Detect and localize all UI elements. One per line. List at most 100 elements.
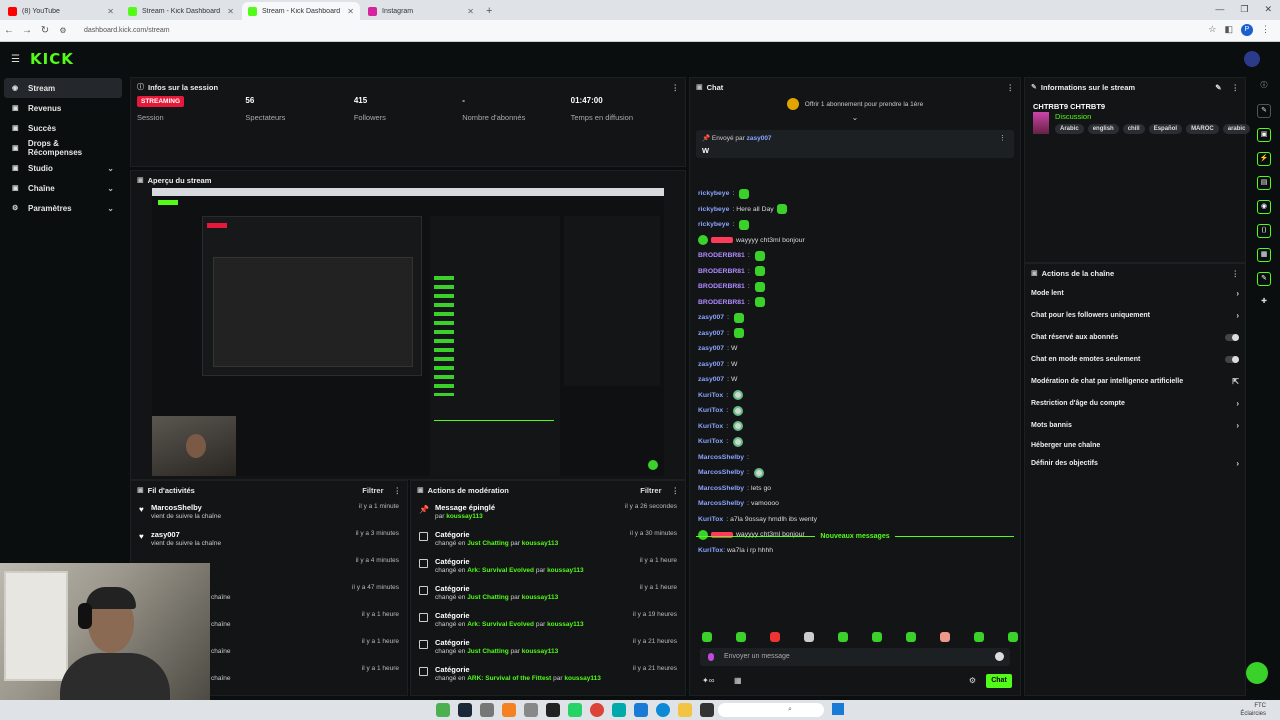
- calendar-icon[interactable]: ▦: [734, 676, 742, 685]
- chat-bubble-icon[interactable]: ◉: [1257, 200, 1271, 214]
- emote-icon[interactable]: [1008, 632, 1018, 642]
- emoji-icon[interactable]: [995, 652, 1004, 661]
- emote-icon[interactable]: [872, 632, 882, 642]
- chat-username[interactable]: KuriTox: [698, 392, 723, 399]
- folder-icon[interactable]: [678, 703, 692, 717]
- sidebar-item-drops[interactable]: ▣ Drops & Récompenses: [4, 138, 122, 158]
- app-icon[interactable]: [546, 703, 560, 717]
- sidebar-item-studio[interactable]: ▣ Studio ⌄: [4, 158, 122, 178]
- broadcast-icon[interactable]: ⟨⟩: [1257, 224, 1271, 238]
- send-chat-button[interactable]: Chat: [986, 674, 1012, 688]
- action-set-goals[interactable]: Définir des objectifs ›: [1025, 454, 1245, 472]
- reload-icon[interactable]: ↻: [36, 25, 54, 36]
- mod-user[interactable]: koussay113: [522, 594, 559, 601]
- app-icon[interactable]: [700, 703, 714, 717]
- bolt-icon[interactable]: ⚡: [1257, 152, 1271, 166]
- mod-category[interactable]: Just Chatting: [467, 594, 509, 601]
- maximize-icon[interactable]: ❐: [1240, 4, 1248, 15]
- more-icon[interactable]: ⋮: [672, 83, 680, 92]
- chat-username[interactable]: KuriTox: [698, 516, 723, 523]
- url-field[interactable]: dashboard.kick.com/stream: [78, 22, 1248, 39]
- emote-icon[interactable]: [838, 632, 848, 642]
- grid-icon[interactable]: ▦: [1257, 248, 1271, 262]
- gear-icon[interactable]: ⚙: [969, 676, 976, 685]
- action-banned-words[interactable]: Mots bannis ›: [1025, 414, 1245, 436]
- close-icon[interactable]: ✕: [467, 7, 474, 16]
- chat-username[interactable]: MarcosShelby: [698, 500, 744, 507]
- sidebar-item-chaine[interactable]: ▣ Chaîne ⌄: [4, 178, 122, 198]
- mod-user[interactable]: koussay113: [446, 513, 483, 520]
- puzzle-icon[interactable]: ✚: [1257, 296, 1271, 310]
- stream-category[interactable]: Discussion: [1055, 112, 1091, 121]
- emote-icon[interactable]: [739, 219, 750, 230]
- chat-username[interactable]: BRODERBR81: [698, 268, 745, 275]
- app-icon[interactable]: [634, 703, 648, 717]
- emote-icon[interactable]: [739, 188, 750, 199]
- follower-name[interactable]: MarcosShelby: [151, 503, 202, 512]
- chat-username[interactable]: BRODERBR81: [698, 252, 745, 259]
- chrome-icon[interactable]: [590, 703, 604, 717]
- mod-category[interactable]: Ark: Survival Evolved: [467, 621, 534, 628]
- emote-icon[interactable]: [754, 281, 765, 292]
- action-ai-moderation[interactable]: Modération de chat par intelligence arti…: [1025, 370, 1245, 392]
- chevron-down-icon[interactable]: ⌄: [690, 114, 1020, 122]
- floating-chat-button[interactable]: [1246, 662, 1268, 684]
- action-host-channel[interactable]: Héberger une chaîne: [1025, 436, 1245, 454]
- emote-icon[interactable]: [754, 297, 765, 308]
- more-icon[interactable]: ⋮: [394, 486, 402, 495]
- follower-name[interactable]: zasy007: [151, 530, 180, 539]
- chat-username[interactable]: KuriTox: [698, 407, 723, 414]
- close-icon[interactable]: ✕: [347, 7, 354, 16]
- emote-icon[interactable]: [906, 632, 916, 642]
- pinned-user[interactable]: zasy007: [747, 135, 772, 142]
- chat-username[interactable]: MarcosShelby: [698, 485, 744, 492]
- settings-icon[interactable]: [480, 703, 494, 717]
- mod-user[interactable]: koussay113: [522, 540, 559, 547]
- chat-username[interactable]: zasy007: [698, 330, 724, 337]
- chat-username[interactable]: KuriTox: [698, 547, 723, 554]
- subscribers-only-toggle[interactable]: [1225, 333, 1239, 341]
- info-icon[interactable]: ⓘ: [1257, 80, 1271, 94]
- chat-username[interactable]: KuriTox: [698, 438, 723, 445]
- chat-username[interactable]: zasy007: [698, 345, 724, 352]
- chat-username[interactable]: zasy007: [698, 314, 724, 321]
- app-icon[interactable]: [524, 703, 538, 717]
- tab-youtube[interactable]: (8) YouTube ✕: [2, 2, 120, 20]
- app-icon[interactable]: [436, 703, 450, 717]
- emote-icon[interactable]: [733, 421, 744, 432]
- close-window-icon[interactable]: ✕: [1264, 4, 1272, 15]
- emote-icon[interactable]: [754, 250, 765, 261]
- screen-icon[interactable]: ▣: [1257, 128, 1271, 142]
- emote-icon[interactable]: [770, 632, 780, 642]
- extensions-icon[interactable]: ◧: [1224, 24, 1233, 36]
- mod-user[interactable]: koussay113: [522, 648, 559, 655]
- sidebar-item-revenus[interactable]: ▣ Revenus: [4, 98, 122, 118]
- tab-kick-dashboard-active[interactable]: Stream - Kick Dashboard ✕: [242, 2, 360, 20]
- emotes-only-toggle[interactable]: [1225, 355, 1239, 363]
- mod-user[interactable]: koussay113: [547, 621, 584, 628]
- emote-icon[interactable]: [733, 436, 744, 447]
- site-info-icon[interactable]: ⚙: [54, 26, 72, 35]
- pinned-message[interactable]: 📌 Envoyé par zasy007 W ⋮: [696, 130, 1014, 158]
- emote-icon[interactable]: [940, 632, 950, 642]
- sidebar-item-stream[interactable]: ◉ Stream: [4, 78, 122, 98]
- chat-username[interactable]: KuriTox: [698, 423, 723, 430]
- pencil-icon[interactable]: ✎: [1257, 104, 1271, 118]
- bookmark-star-icon[interactable]: ☆: [1208, 24, 1216, 36]
- emote-icon[interactable]: [753, 467, 764, 478]
- mod-category[interactable]: Ark: Survival Evolved: [467, 567, 534, 574]
- emote-icon[interactable]: [733, 312, 744, 323]
- close-icon[interactable]: ✕: [227, 7, 234, 16]
- action-followers-only[interactable]: Chat pour les followers uniquement ›: [1025, 304, 1245, 326]
- tab-instagram[interactable]: Instagram ✕: [362, 2, 480, 20]
- mod-user[interactable]: koussay113: [564, 675, 601, 682]
- wrench-icon[interactable]: ✎: [1257, 272, 1271, 286]
- gift-icon[interactable]: ✦∞: [702, 676, 714, 685]
- action-slow-mode[interactable]: Mode lent ›: [1025, 282, 1245, 304]
- chat-username[interactable]: zasy007: [698, 376, 724, 383]
- chat-username[interactable]: BRODERBR81: [698, 299, 745, 306]
- new-messages-divider[interactable]: Nouveaux messages: [696, 533, 1014, 546]
- hamburger-icon[interactable]: ☰: [11, 54, 20, 65]
- sidebar-item-parametres[interactable]: ⚙ Paramètres ⌄: [4, 198, 122, 218]
- emote-icon[interactable]: [733, 390, 744, 401]
